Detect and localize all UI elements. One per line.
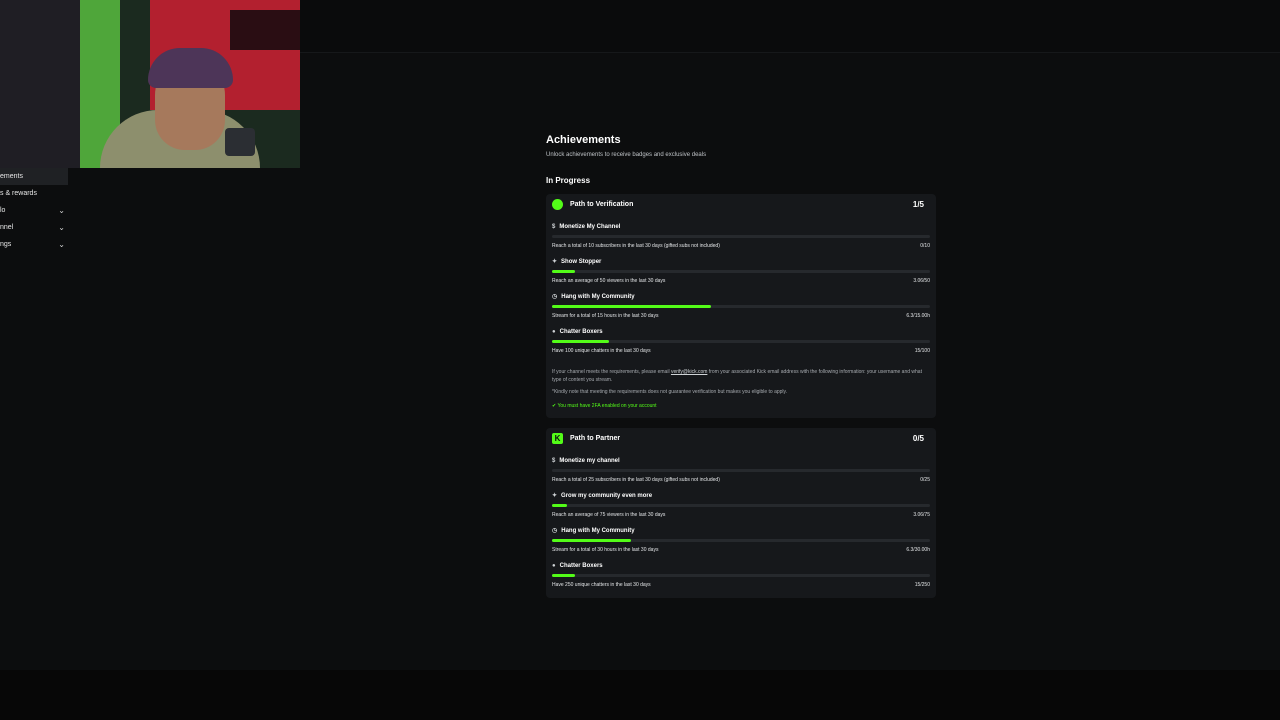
progress-bar — [552, 235, 930, 238]
progress-bar — [552, 469, 930, 472]
achievement-title: ● Chatter Boxers — [552, 563, 603, 569]
achievement-title: ✦ Grow my community even more — [552, 493, 653, 499]
achievement-desc: Stream for a total of 30 hours in the la… — [552, 547, 930, 553]
progress-bar — [552, 305, 930, 308]
achievement-value: 6.3/15.00h — [906, 313, 930, 319]
dollar-icon: $ — [552, 458, 556, 464]
check-icon: ✔ — [552, 403, 557, 409]
partner-card: K Path to Partner 0/5 $ Monetize my chann… — [546, 428, 936, 598]
sidebar-item-label: ements — [0, 173, 23, 180]
star-icon: ✦ — [552, 493, 558, 499]
progress-fill — [552, 539, 632, 542]
sidebar-item-badges-rewards[interactable]: s & rewards — [0, 185, 68, 202]
achievement-value: 3.06/75 — [913, 512, 930, 518]
twofa-label: You must have 2FA enabled on your accoun… — [557, 403, 657, 409]
info-note: If your channel meets the requirements, … — [552, 369, 922, 383]
achievement-value: 3.06/50 — [913, 278, 930, 284]
achievement-desc: Have 250 unique chatters in the last 30 … — [552, 582, 930, 588]
chevron-down-icon: ⌄ — [58, 206, 65, 215]
achievement-desc: Reach a total of 25 subscribers in the l… — [552, 477, 930, 483]
chat-icon: ● — [552, 563, 556, 569]
bottom-bar — [0, 670, 1280, 720]
sidebar-item-label: lo — [0, 207, 6, 214]
star-icon: ✦ — [552, 259, 558, 265]
achievement-desc: Reach an average of 50 viewers in the la… — [552, 278, 930, 284]
achievement-value: 0/10 — [920, 243, 930, 249]
progress-bar — [552, 539, 930, 542]
achievement-desc: Reach an average of 75 viewers in the la… — [552, 512, 930, 518]
page-title: Achievements — [546, 134, 621, 146]
sidebar-item-settings[interactable]: ngs ⌄ — [0, 236, 68, 253]
progress-fill — [552, 574, 575, 577]
achievement-item: ✦ Show Stopper Reach an average of 50 view… — [552, 257, 930, 286]
achievement-title: $ Monetize my channel — [552, 458, 620, 464]
achievement-item: ✦ Grow my community even more Reach an ave… — [552, 491, 930, 520]
achievement-desc: Stream for a total of 15 hours in the la… — [552, 313, 930, 319]
progress-bar — [552, 340, 930, 343]
achievement-title: ● Chatter Boxers — [552, 329, 603, 335]
sidebar-item-achievements[interactable]: ements — [0, 168, 68, 185]
achievement-title: ◷ Hang with My Community — [552, 294, 635, 300]
email-link[interactable]: verify@kick.com — [671, 369, 707, 375]
card-header[interactable]: K Path to Partner 0/5 — [552, 428, 930, 450]
card-header[interactable]: Path to Verification 1/5 — [552, 194, 930, 216]
sidebar-item-profile[interactable]: lo ⌄ — [0, 202, 68, 219]
progress-fill — [552, 270, 576, 273]
achievement-desc: Have 100 unique chatters in the last 30 … — [552, 348, 930, 354]
sidebar-item-label: ngs — [0, 241, 12, 248]
achievement-value: 15/100 — [914, 348, 930, 354]
achievement-desc: Reach a total of 10 subscribers in the l… — [552, 243, 930, 249]
progress-fill — [552, 340, 609, 343]
twofa-status: ✔ You must have 2FA enabled on your acco… — [552, 402, 930, 410]
progress-bar — [552, 504, 930, 507]
progress-fill — [552, 305, 711, 308]
progress-bar — [552, 574, 930, 577]
disclaimer-note: *Kindly note that meeting the requiremen… — [552, 389, 788, 395]
page-subtitle: Unlock achievements to receive badges an… — [546, 152, 707, 158]
achievement-item: $ Monetize My Channel Reach a total of 10 … — [552, 222, 930, 251]
achievement-item: ◷ Hang with My Community Stream for a tota… — [552, 292, 930, 321]
sidebar-item-label: nnel — [0, 224, 14, 231]
progress-fill — [552, 504, 568, 507]
chat-icon: ● — [552, 329, 556, 335]
card-title: Path to Verification — [569, 201, 634, 208]
verification-card: Path to Verification 1/5 $ Monetize My Ch… — [546, 194, 936, 418]
achievement-item: $ Monetize my channel Reach a total of 25 … — [552, 456, 930, 485]
sidebar: ements s & rewards lo ⌄ nnel ⌄ ngs ⌄ — [0, 168, 68, 253]
clock-icon: ◷ — [552, 294, 558, 300]
section-title: In Progress — [546, 176, 591, 185]
sidebar-item-label: s & rewards — [0, 190, 37, 197]
sidebar-item-channel[interactable]: nnel ⌄ — [0, 219, 68, 236]
chevron-down-icon: ⌄ — [58, 240, 65, 249]
kick-logo-icon: K — [552, 432, 563, 444]
progress-count: 0/5 — [912, 434, 924, 443]
achievement-value: 0/25 — [920, 477, 930, 483]
achievements-main: Achievements Unlock achievements to rece… — [546, 132, 936, 598]
achievement-item: ◷ Hang with My Community Stream for a tota… — [552, 526, 930, 555]
achievement-title: $ Monetize My Channel — [552, 224, 621, 230]
dollar-icon: $ — [552, 224, 556, 230]
webcam-overlay — [0, 0, 300, 168]
achievement-item: ● Chatter Boxers Have 100 unique chatters … — [552, 327, 930, 356]
verified-icon — [552, 198, 563, 210]
achievement-value: 6.3/30.00h — [906, 547, 930, 553]
chevron-down-icon: ⌄ — [58, 223, 65, 232]
progress-count: 1/5 — [912, 200, 924, 209]
achievement-title: ✦ Show Stopper — [552, 259, 602, 265]
achievement-value: 15/250 — [914, 582, 930, 588]
achievement-item: ● Chatter Boxers Have 250 unique chatters … — [552, 561, 930, 590]
achievement-title: ◷ Hang with My Community — [552, 528, 635, 534]
progress-bar — [552, 270, 930, 273]
clock-icon: ◷ — [552, 528, 558, 534]
card-title: Path to Partner — [569, 435, 621, 442]
